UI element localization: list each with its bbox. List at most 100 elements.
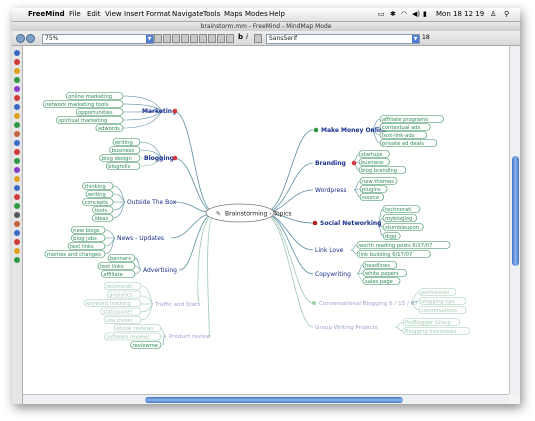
topic-marketing[interactable]: Marketing	[142, 108, 178, 115]
sidebar-icon[interactable]	[14, 158, 20, 164]
leaf-node[interactable]: permission	[418, 288, 457, 296]
topic-social-networking[interactable]: Social Networking	[312, 220, 382, 227]
topic-news-updates[interactable]: News - Updates	[117, 235, 164, 242]
cut-icon[interactable]	[181, 34, 189, 43]
leaf-node[interactable]: technorati	[103, 282, 142, 290]
sidebar-icon[interactable]	[14, 248, 20, 254]
menu-navigate[interactable]: Navigate	[172, 8, 203, 21]
leaf-node[interactable]: technorati	[382, 205, 421, 213]
leaf-node[interactable]: statcounter	[100, 307, 142, 316]
navigate-back-icon[interactable]	[16, 34, 25, 43]
leaf-node[interactable]: ProBlogger Group	[402, 318, 461, 326]
sidebar-icon[interactable]	[14, 239, 20, 245]
leaf-node[interactable]: business	[109, 146, 141, 154]
menu-format[interactable]: Format	[146, 8, 171, 21]
save-map-icon[interactable]	[172, 34, 180, 43]
leaf-node[interactable]: new themes	[359, 177, 398, 185]
leaf-node[interactable]: writing	[112, 138, 141, 146]
leaf-node[interactable]: headlines	[362, 261, 398, 269]
sidebar-icon[interactable]	[14, 212, 20, 218]
leaf-node[interactable]: keyword tracking	[83, 299, 142, 307]
root-node[interactable]: ✎ Brainstorming - Topics	[205, 203, 292, 223]
sidebar-icon[interactable]	[14, 59, 20, 65]
wifi-icon[interactable]: ◠	[401, 8, 407, 21]
cloud-icon[interactable]	[226, 34, 234, 43]
copy-icon[interactable]	[190, 34, 198, 43]
menu-view[interactable]: View	[105, 8, 122, 21]
sidebar-icon[interactable]	[14, 86, 20, 92]
leaf-node[interactable]: network marketing tools	[42, 100, 124, 108]
paste-icon[interactable]	[199, 34, 207, 43]
undo-icon[interactable]	[208, 34, 216, 43]
app-menu-freemind[interactable]: FreeMind	[28, 8, 65, 21]
vertical-scrollbar[interactable]	[509, 46, 520, 394]
user-icon[interactable]: ♙	[490, 8, 496, 21]
leaf-node[interactable]: affiliate programs	[379, 115, 444, 123]
leaf-node[interactable]: ebook reviews	[113, 324, 162, 332]
leaf-node[interactable]: reviewme	[130, 341, 162, 349]
leaf-node[interactable]: spiritual marketing	[55, 116, 124, 124]
leaf-node[interactable]: blogging tips	[418, 297, 467, 305]
leaf-node[interactable]: digg	[382, 232, 401, 240]
sidebar-icon[interactable]	[14, 194, 20, 200]
sidebar-icon[interactable]	[14, 230, 20, 236]
mindmap-canvas[interactable]: ✎ Brainstorming - Topics Make Money Onli…	[23, 46, 509, 394]
topic-wordpress[interactable]: Wordpress	[315, 187, 347, 194]
leaf-node[interactable]: tools	[92, 206, 114, 214]
leaf-node[interactable]: Blogging Interviews	[402, 327, 470, 335]
navigate-forward-icon[interactable]	[26, 34, 35, 43]
zoom-select[interactable]: 75% ▼	[42, 34, 154, 44]
sidebar-icon[interactable]	[14, 68, 20, 74]
leaf-node[interactable]: blog design	[99, 154, 141, 162]
leaf-node[interactable]: business	[358, 158, 390, 166]
topic-conversational-blogging[interactable]: Conversational Blogging 6 / 15 / 07	[312, 301, 418, 307]
bold-icon[interactable]: b	[238, 33, 244, 41]
sidebar-icon[interactable]	[14, 176, 20, 182]
menu-maps[interactable]: Maps	[224, 8, 242, 21]
color-icon[interactable]	[254, 34, 262, 43]
topic-advertising[interactable]: Advertising	[143, 267, 177, 274]
horizontal-scrollbar[interactable]	[23, 394, 509, 404]
font-family-select[interactable]: SansSerif ▼	[266, 34, 420, 44]
leaf-node[interactable]: text links	[97, 262, 136, 270]
leaf-node[interactable]: mybloglog	[382, 214, 418, 222]
leaf-node[interactable]: conversations	[418, 306, 467, 314]
leaf-node[interactable]: site meter	[103, 316, 142, 324]
leaf-node[interactable]: text links	[67, 242, 106, 250]
topic-traffic-and-stats[interactable]: Traffic and Stats	[154, 302, 200, 308]
leaf-node[interactable]: blog branding	[358, 166, 407, 174]
horizontal-scroll-thumb[interactable]	[145, 397, 403, 403]
leaf-node[interactable]: new blogs	[70, 226, 106, 234]
leaf-node[interactable]: online marketing	[65, 92, 124, 100]
topic-blogging[interactable]: Blogging	[144, 155, 178, 162]
topic-group-writing-projects[interactable]: Group Writing Projects	[315, 325, 378, 331]
italic-icon[interactable]: i	[246, 33, 252, 41]
topic-make-money-online[interactable]: Make Money Online	[313, 127, 388, 134]
leaf-node[interactable]: adwords	[95, 124, 124, 132]
bluetooth-icon[interactable]: ✱	[390, 8, 396, 21]
leaf-node[interactable]: white papers	[362, 269, 407, 277]
leaf-node[interactable]: sales page	[362, 277, 401, 285]
menu-edit[interactable]: Edit	[87, 8, 101, 21]
menu-tools[interactable]: Tools	[203, 8, 220, 21]
sidebar-icon[interactable]	[14, 185, 20, 191]
new-map-icon[interactable]	[154, 34, 162, 43]
topic-outside-the-box[interactable]: Outside The Box	[127, 199, 177, 206]
sidebar-icon[interactable]	[14, 77, 20, 83]
leaf-node[interactable]: concepts	[82, 198, 114, 206]
leaf-node[interactable]: startups	[358, 150, 390, 158]
leaf-node[interactable]: source	[359, 193, 385, 201]
sidebar-icon[interactable]	[14, 140, 20, 146]
sidebar-icon[interactable]	[14, 131, 20, 137]
topic-copywriting[interactable]: Copywriting	[315, 271, 351, 278]
leaf-node[interactable]: blog jobs	[70, 234, 106, 242]
topic-branding[interactable]: Branding	[315, 160, 357, 167]
leaf-node[interactable]: writing	[85, 190, 114, 198]
sidebar-icon[interactable]	[14, 104, 20, 110]
sidebar-icon[interactable]	[14, 113, 20, 119]
topic-product-review[interactable]: Product review	[169, 334, 211, 340]
menu-file[interactable]: File	[69, 8, 81, 21]
menu-help[interactable]: Help	[269, 8, 285, 21]
font-size-value[interactable]: 18	[422, 34, 430, 41]
leaf-node[interactable]: opportunities	[75, 108, 124, 116]
